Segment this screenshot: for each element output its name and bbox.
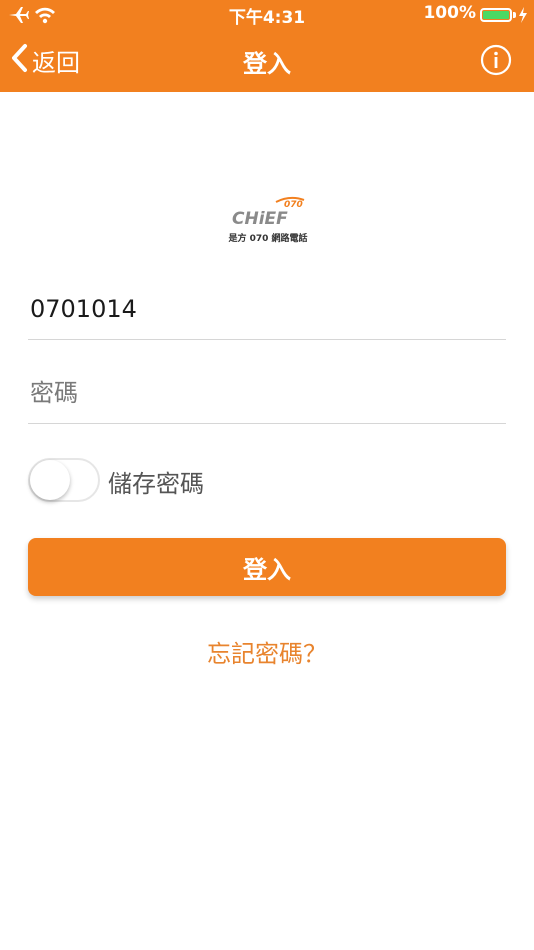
status-bar: 下午4:31 100% [0, 0, 534, 30]
logo-number: 070 [284, 200, 303, 210]
page-title: 登入 [243, 50, 291, 78]
toggle-knob [30, 460, 70, 500]
battery-cap [513, 12, 516, 18]
charging-bolt-icon [518, 0, 528, 30]
username-input[interactable] [28, 279, 506, 339]
info-icon [480, 44, 512, 80]
navigation-bar: 返回 登入 [0, 30, 534, 92]
info-button[interactable] [480, 44, 512, 76]
battery-percent: 100% [423, 3, 476, 23]
logo-subtitle: 是方 070 網路電話 [228, 234, 308, 244]
password-input[interactable] [28, 363, 506, 423]
login-button[interactable]: 登入 [28, 538, 506, 596]
battery-level-fill [483, 11, 509, 19]
username-field [28, 279, 506, 340]
save-password-label: 儲存密碼 [108, 470, 204, 498]
logo-brand: CHiEF [232, 209, 288, 229]
password-field [28, 363, 506, 424]
top-bar: 下午4:31 100% 返回 登入 [0, 0, 534, 92]
save-password-toggle[interactable] [28, 458, 100, 502]
forgot-password-link[interactable]: 忘記密碼？ [0, 634, 534, 669]
battery-icon [480, 8, 512, 22]
